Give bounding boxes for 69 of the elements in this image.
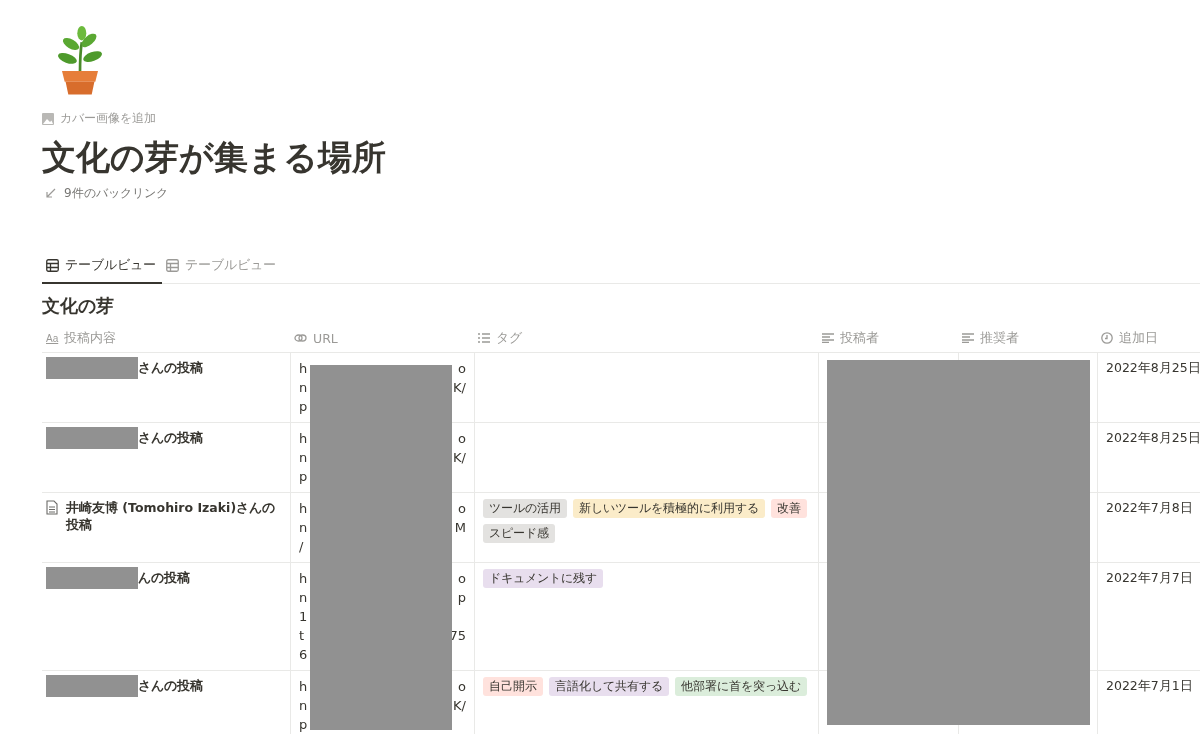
- url-text: /: [299, 538, 304, 557]
- url-text: h: [299, 570, 308, 589]
- text-type-icon: Aa: [46, 332, 59, 344]
- url-text: p: [299, 716, 308, 734]
- url-text: o: [458, 360, 466, 379]
- url-text: 6: [299, 646, 308, 665]
- clock-icon: [1101, 332, 1113, 345]
- backlinks-link[interactable]: 9件のバックリンク: [46, 184, 168, 202]
- url-text: o: [458, 430, 466, 449]
- url-text: n: [299, 449, 308, 468]
- add-cover-button[interactable]: カバー画像を追加: [42, 110, 156, 127]
- url-text: h: [299, 678, 308, 697]
- url-text: p: [299, 398, 308, 417]
- url-text: n: [299, 589, 308, 608]
- tag-chip: 言語化して共有する: [549, 677, 669, 697]
- post-title-link[interactable]: さんの投稿: [138, 677, 282, 695]
- url-text: h: [299, 360, 308, 379]
- column-header[interactable]: 投稿者: [818, 324, 958, 353]
- tag-chip: 改善: [771, 499, 807, 519]
- url-text: t: [299, 627, 305, 646]
- url-text: p: [299, 468, 308, 487]
- date-cell: 2022年8月25日: [1097, 423, 1200, 493]
- tag-chip: スピード感: [483, 524, 555, 544]
- column-header[interactable]: 推奨者: [958, 324, 1097, 353]
- url-text: M: [454, 519, 466, 538]
- post-title-link[interactable]: さんの投稿: [138, 359, 282, 377]
- url-text: h: [299, 430, 308, 449]
- url-text: o: [458, 500, 466, 519]
- url-text: o: [458, 678, 466, 697]
- url-text: n: [299, 697, 308, 716]
- tag-chip: 他部署に首を突っ込む: [675, 677, 807, 697]
- url-text: K/: [453, 449, 466, 468]
- post-title-link[interactable]: 井崎友博 (Tomohiro Izaki)さんの投稿: [66, 499, 282, 534]
- post-title-link[interactable]: さんの投稿: [138, 429, 282, 447]
- url-text: 75: [449, 627, 466, 646]
- list-icon: [478, 333, 490, 344]
- column-header[interactable]: URL: [290, 324, 474, 353]
- page-title: 文化の芽が集まる場所: [42, 135, 387, 179]
- view-tab[interactable]: テーブルビュー: [162, 250, 282, 285]
- link-icon: [294, 333, 307, 344]
- column-header[interactable]: 追加日: [1097, 324, 1200, 353]
- date-cell: 2022年7月1日: [1097, 671, 1200, 734]
- date-cell: 2022年8月25日: [1097, 353, 1200, 423]
- post-title-link[interactable]: んの投稿: [138, 569, 282, 587]
- date-cell: 2022年7月8日: [1097, 493, 1200, 563]
- column-header[interactable]: タグ: [474, 324, 818, 353]
- table-icon: [46, 258, 59, 272]
- url-text: o: [458, 570, 466, 589]
- url-text: K/: [453, 379, 466, 398]
- url-text: p: [457, 589, 466, 608]
- url-text: h: [299, 500, 308, 519]
- arrow-icon: [46, 188, 56, 199]
- tag-chip: 新しいツールを積極的に利用する: [573, 499, 765, 519]
- image-icon: [42, 112, 54, 125]
- url-text: K/: [453, 697, 466, 716]
- url-text: n: [299, 519, 308, 538]
- view-tab[interactable]: テーブルビュー: [42, 250, 162, 285]
- date-cell: 2022年7月7日: [1097, 563, 1200, 671]
- tag-chip: ツールの活用: [483, 499, 567, 519]
- table-icon: [166, 258, 179, 272]
- lines-icon: [822, 333, 834, 344]
- lines-icon: [962, 333, 974, 344]
- column-header[interactable]: Aa 投稿内容: [42, 324, 290, 353]
- tag-chip: ドキュメントに残す: [483, 569, 603, 589]
- table-title: 文化の芽: [42, 294, 115, 319]
- tag-chip: 自己開示: [483, 677, 543, 697]
- document-icon: [46, 500, 58, 516]
- url-text: n: [299, 379, 308, 398]
- url-text: 1: [299, 608, 308, 627]
